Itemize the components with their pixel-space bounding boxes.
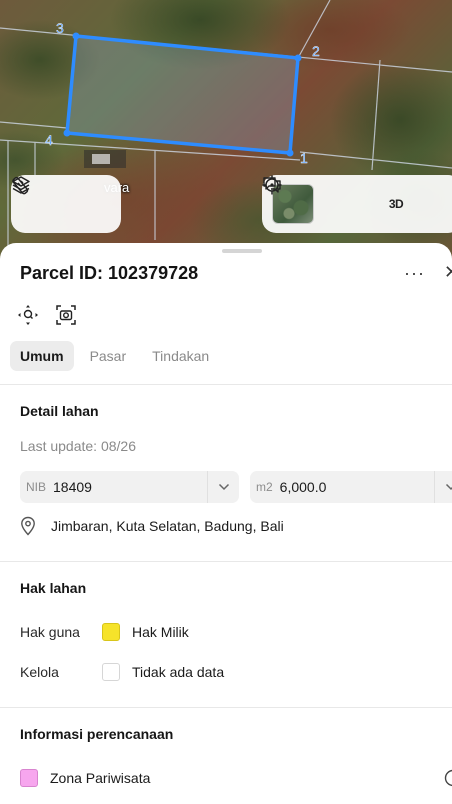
- zone-row[interactable]: Zona Pariwisata: [20, 769, 452, 787]
- info-icon[interactable]: [444, 769, 452, 787]
- sheet-drag-handle[interactable]: [222, 249, 262, 253]
- measure-icon: [12, 176, 29, 195]
- chevron-down-icon: [218, 483, 229, 491]
- parcel-polygon: [65, 34, 300, 155]
- area-value: 6,000.0: [279, 479, 327, 495]
- 3d-toggle-button[interactable]: 3D: [378, 186, 414, 222]
- vertex-label: 2: [312, 43, 320, 59]
- recenter-button[interactable]: [16, 303, 40, 327]
- divider: [0, 707, 452, 708]
- feedback-icon: [263, 177, 281, 193]
- zone-swatch: [20, 769, 38, 787]
- rights-section-heading: Hak lahan: [20, 580, 87, 596]
- zone-value: Zona Pariwisata: [50, 770, 151, 786]
- screenshot-icon: [56, 305, 76, 325]
- measure-button[interactable]: [12, 176, 107, 222]
- area-field[interactable]: m2 6,000.0: [250, 471, 452, 503]
- nib-dropdown-toggle[interactable]: [207, 471, 239, 503]
- area-dropdown-toggle[interactable]: [434, 471, 452, 503]
- kelola-value: Tidak ada data: [132, 664, 225, 680]
- hak-guna-row: Hak guna Hak Milik: [20, 623, 189, 641]
- hak-guna-swatch: [102, 623, 120, 641]
- vertex-label: 1: [300, 150, 308, 166]
- location-pin-icon: [21, 516, 35, 536]
- hak-guna-key: Hak guna: [20, 624, 80, 640]
- divider: [0, 561, 452, 562]
- location-text: Jimbaran, Kuta Selatan, Badung, Bali: [51, 518, 284, 534]
- hak-guna-value: Hak Milik: [132, 624, 189, 640]
- location-row: Jimbaran, Kuta Selatan, Badung, Bali: [20, 516, 284, 536]
- nib-label: NIB: [26, 480, 47, 494]
- chevron-down-icon: [445, 483, 452, 491]
- close-button[interactable]: ✕: [444, 262, 452, 283]
- feedback-button[interactable]: [263, 177, 452, 222]
- tab-pasar[interactable]: Pasar: [80, 341, 137, 371]
- map-controls-left: [11, 175, 121, 233]
- kelola-swatch: [102, 663, 120, 681]
- area-unit-label: m2: [256, 480, 273, 494]
- more-options-button[interactable]: ···: [404, 263, 425, 284]
- screenshot-button[interactable]: [54, 303, 78, 327]
- tab-umum[interactable]: Umum: [10, 341, 74, 371]
- locate-button[interactable]: [262, 175, 364, 222]
- parcel-detail-sheet: Parcel ID: 102379728 ··· ✕ Umum Pasar Ti…: [0, 243, 452, 804]
- kelola-row: Kelola Tidak ada data: [20, 663, 224, 681]
- detail-tabs: Umum Pasar Tindakan: [10, 341, 219, 371]
- map-controls-right: 3D: [262, 175, 452, 233]
- vertex-label: 4: [45, 132, 53, 148]
- parcel-tools: [16, 303, 78, 327]
- vertex-label: 3: [56, 20, 64, 36]
- building-shape: [84, 150, 126, 168]
- divider: [0, 384, 452, 385]
- tab-tindakan[interactable]: Tindakan: [142, 341, 219, 371]
- last-update-text: Last update: 08/26: [20, 438, 136, 454]
- map-view[interactable]: 2 3 4 1 vara: [0, 0, 452, 262]
- planning-section-heading: Informasi perencanaan: [20, 726, 174, 742]
- nib-field[interactable]: NIB 18409: [20, 471, 239, 503]
- kelola-key: Kelola: [20, 664, 59, 680]
- nib-value: 18409: [53, 479, 92, 495]
- recenter-icon: [18, 305, 38, 325]
- parcel-title: Parcel ID: 102379728: [20, 263, 199, 283]
- detail-section-heading: Detail lahan: [20, 403, 99, 419]
